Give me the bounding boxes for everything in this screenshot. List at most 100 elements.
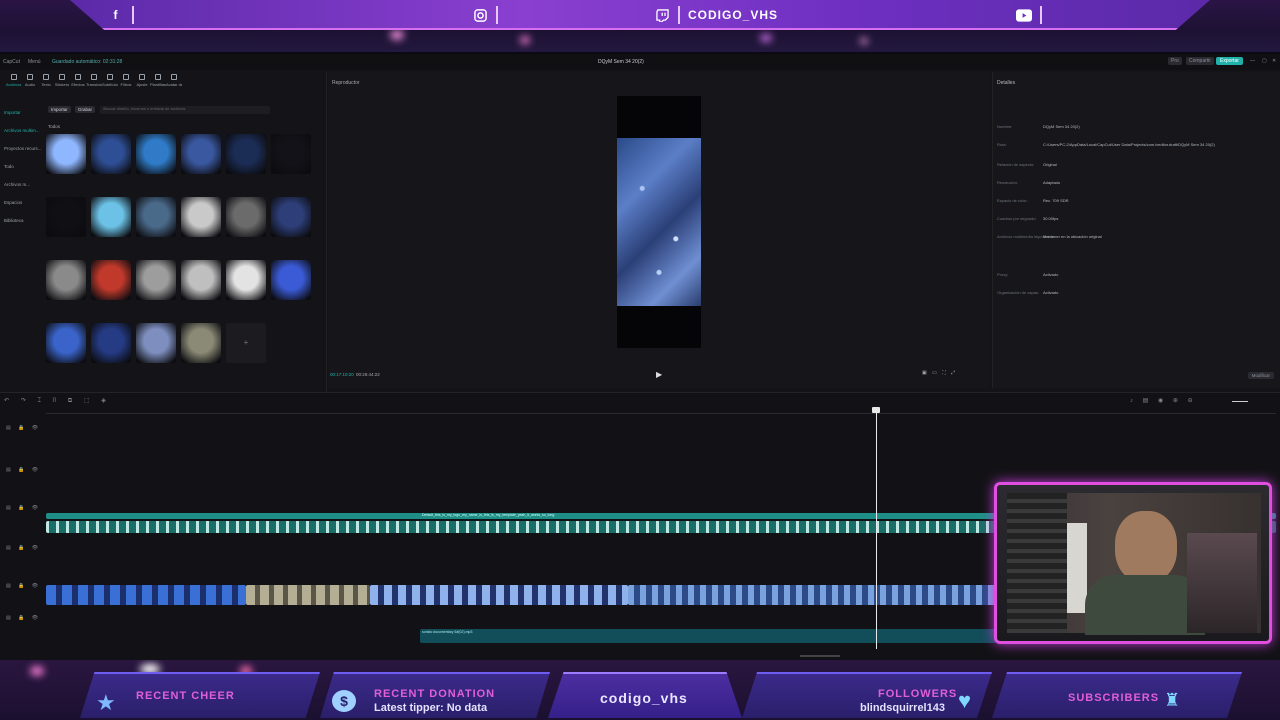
toolbar-item[interactable]: Stickers: [54, 72, 70, 94]
play-icon[interactable]: ▶: [656, 370, 662, 379]
audio-clip[interactable]: sonido documentary 6#(02).mp3: [420, 629, 996, 643]
instagram-link[interactable]: [472, 5, 498, 25]
media-thumbnail[interactable]: [181, 323, 221, 363]
toolbar-item[interactable]: Subtítulos: [102, 72, 118, 94]
timeline-zoom-controls[interactable]: ♪ ▤ ◉ ⊕ ⊖: [1130, 397, 1197, 404]
timeline-scrollbar[interactable]: [800, 655, 840, 657]
media-thumbnail[interactable]: [181, 197, 221, 237]
track-controls[interactable]: ▤ 🔒 👁: [6, 583, 42, 589]
media-thumbnail[interactable]: [136, 323, 176, 363]
media-thumbnail[interactable]: [46, 260, 86, 300]
details-key: Cuadros por segundo:: [997, 216, 1037, 221]
recent-cheer-label: RECENT CHEER: [136, 690, 235, 702]
media-thumbnail[interactable]: [91, 260, 131, 300]
toolbar-item[interactable]: Avatar de IA: [166, 72, 182, 94]
details-value: Mantener en la ubicación original: [1043, 234, 1102, 239]
media-thumbnail[interactable]: [46, 197, 86, 237]
toolbar-item[interactable]: Texto: [38, 72, 54, 94]
timeline-tools[interactable]: ↶ ↷ ⌶ ⌷ ⧉ ⬚ ◈: [4, 397, 111, 405]
media-thumbnail[interactable]: [181, 260, 221, 300]
nav-spaces[interactable]: Espacios: [4, 194, 42, 212]
toolbar-item[interactable]: Plantillas: [150, 72, 166, 94]
modify-button[interactable]: Modificar: [1247, 372, 1274, 379]
pro-button[interactable]: Pro: [1168, 57, 1182, 65]
facebook-link[interactable]: f: [108, 5, 134, 25]
twitch-link[interactable]: CODIGO_VHS: [654, 5, 778, 25]
media-thumbnail[interactable]: [181, 134, 221, 174]
heart-icon: ♥: [958, 688, 972, 713]
track-controls[interactable]: ▤ 🔒 👁: [6, 505, 42, 511]
video-clip[interactable]: [370, 585, 628, 605]
minimize-icon[interactable]: —: [1250, 58, 1255, 64]
media-header: Importar Grabar Buscar diseño, escenas o…: [48, 106, 271, 114]
close-icon[interactable]: ✕: [1272, 58, 1276, 64]
zoom-slider[interactable]: [1232, 401, 1248, 402]
details-value: C:/Users/PC-2/AppData/Local/CapCut/User …: [1043, 142, 1215, 147]
toolbar-item[interactable]: Filtros: [118, 72, 134, 94]
player-total-time: 00:26:44:22: [356, 372, 380, 377]
trophy-icon: ♜: [1164, 690, 1181, 710]
media-thumbnail[interactable]: [226, 197, 266, 237]
toolbar-item[interactable]: Archivos multimedia: [6, 72, 22, 94]
youtube-link[interactable]: [1016, 5, 1042, 25]
track-controls[interactable]: ▤ 🔒 👁: [6, 467, 42, 473]
track-controls[interactable]: ▤ 🔒 👁: [6, 545, 42, 551]
nav-library[interactable]: Biblioteca: [4, 212, 42, 230]
toolbar-icon: [123, 74, 129, 80]
nav-files[interactable]: Archivos m...: [4, 176, 42, 194]
media-thumbnail[interactable]: [271, 134, 311, 174]
details-row: Proxy: Activado: [997, 272, 1277, 282]
player-controls[interactable]: ▣ ▭ ⛶ ⤢: [922, 370, 984, 378]
video-clip[interactable]: [246, 585, 370, 605]
toolbar-icon: [155, 74, 161, 80]
media-thumbnail[interactable]: [226, 260, 266, 300]
nav-media[interactable]: Archivos multim...: [4, 122, 42, 140]
toolbar-item[interactable]: Efectos: [70, 72, 86, 94]
share-button[interactable]: Compartir: [1186, 57, 1214, 65]
maximize-icon[interactable]: ▢: [1262, 58, 1267, 64]
toolbar-label: Texto: [41, 82, 51, 87]
toolbar-label: Transiciones: [86, 82, 102, 87]
toolbar-item[interactable]: Ajuste: [134, 72, 150, 94]
media-thumbnail[interactable]: [271, 260, 311, 300]
toolbar-item[interactable]: Audio: [22, 72, 38, 94]
nav-import[interactable]: Importar: [4, 104, 42, 122]
instagram-icon: [472, 7, 488, 23]
media-thumbnail[interactable]: [136, 134, 176, 174]
twitch-icon: [654, 7, 670, 23]
media-search-input[interactable]: Buscar diseño, escenas o entrada de arch…: [100, 106, 271, 114]
media-thumbnail[interactable]: [91, 134, 131, 174]
details-key: Organización de capas:: [997, 290, 1040, 295]
toolbar-icon: [11, 74, 17, 80]
media-section-title: Todos: [48, 124, 61, 129]
media-thumbnail[interactable]: [46, 323, 86, 363]
webcam-overlay: [994, 482, 1272, 644]
media-thumbnail[interactable]: [136, 260, 176, 300]
timeline-playhead[interactable]: [876, 409, 877, 649]
video-clip[interactable]: [628, 585, 996, 605]
media-thumbnail[interactable]: [136, 197, 176, 237]
import-button[interactable]: Importar: [48, 106, 71, 114]
media-thumbnail[interactable]: [271, 197, 311, 237]
nav-projects[interactable]: Proyectos recurs...: [4, 140, 42, 158]
app-logo[interactable]: CapCut: [3, 59, 20, 65]
video-clip[interactable]: [46, 585, 246, 605]
record-button[interactable]: Grabar: [75, 106, 96, 114]
media-thumbnail[interactable]: [226, 134, 266, 174]
toolbar-item[interactable]: Transiciones: [86, 72, 102, 94]
channel-name: codigo_vhs: [600, 690, 688, 706]
export-button[interactable]: Exportar: [1216, 57, 1243, 65]
nav-all[interactable]: Todo: [4, 158, 42, 176]
toolbar-icon: [171, 74, 177, 80]
main-menu[interactable]: Menú: [28, 59, 41, 65]
media-thumbnail[interactable]: [91, 323, 131, 363]
playhead-handle[interactable]: [872, 407, 880, 413]
track-controls[interactable]: ▤ 🔒 👁: [6, 425, 42, 431]
toolbar-icon: [91, 74, 97, 80]
add-media-button[interactable]: +: [226, 323, 266, 363]
media-thumbnail[interactable]: [46, 134, 86, 174]
bokeh-light: [390, 30, 404, 40]
track-controls[interactable]: ▤ 🔒 👁: [6, 615, 42, 621]
media-thumbnail[interactable]: [91, 197, 131, 237]
toolbar-label: Efectos: [71, 82, 85, 87]
